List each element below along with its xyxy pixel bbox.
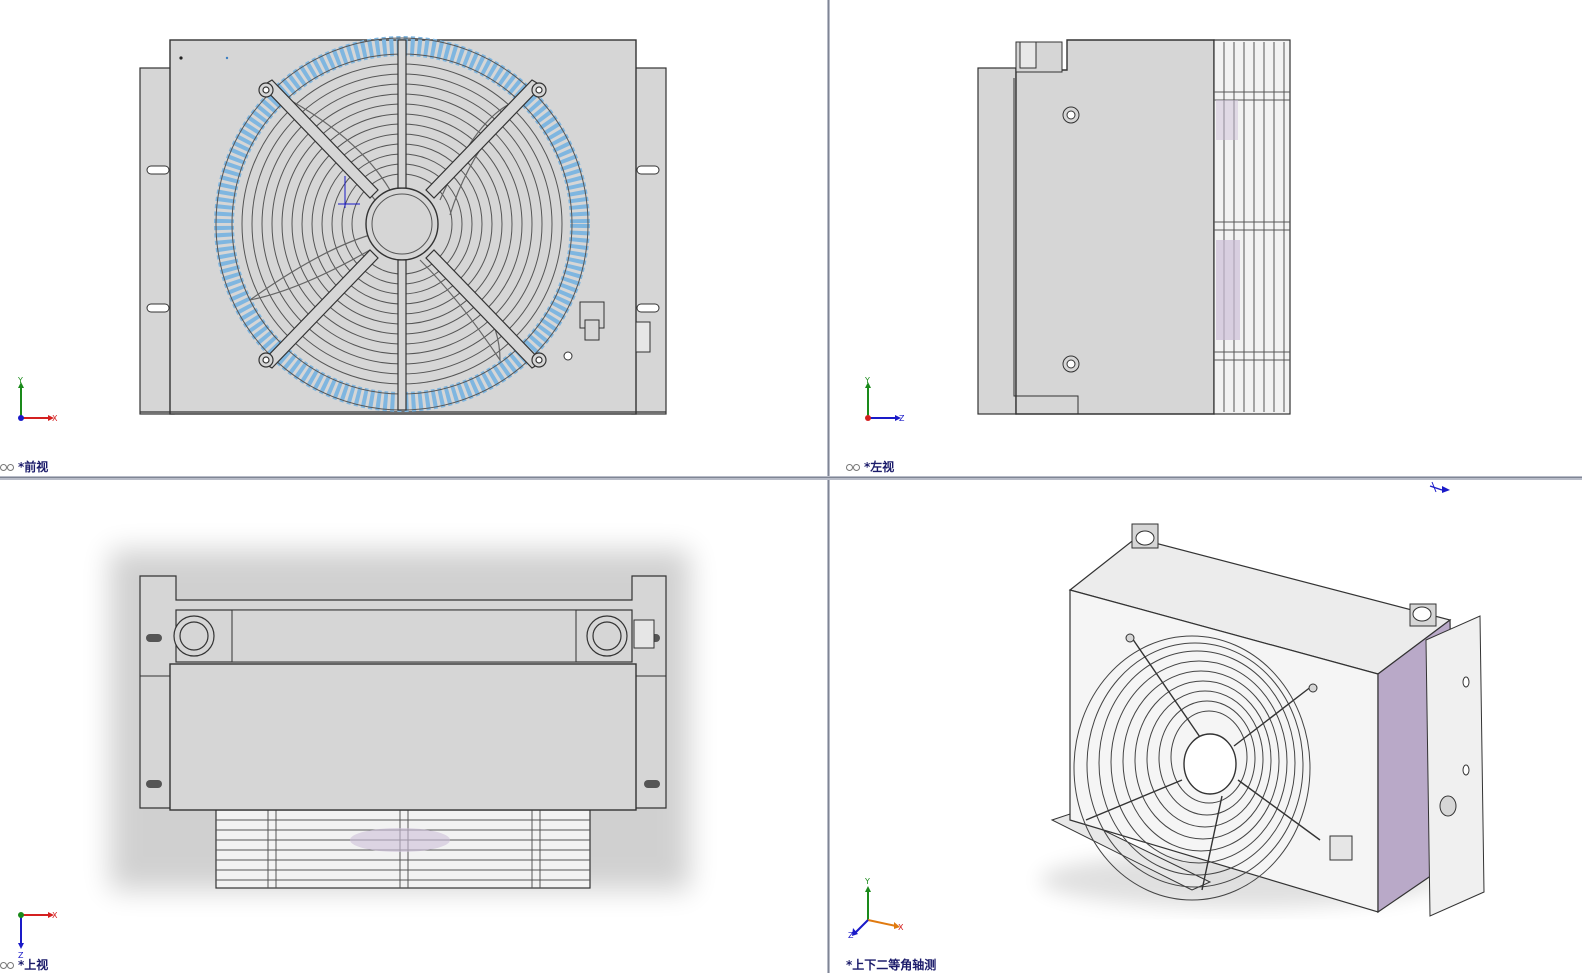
iso-view-drawing: Y X Z (848, 481, 1485, 940)
viewport-left-label[interactable]: *左视 (846, 458, 894, 475)
axis-x-label: X (52, 414, 58, 423)
axis-y-label: Y (864, 877, 870, 886)
coordinate-triad-icon: Y Z (864, 376, 905, 423)
view-name: *上视 (18, 958, 49, 972)
axis-z-label: Z (848, 931, 854, 940)
viewport-top[interactable]: X Z *上视 (0, 480, 827, 973)
glasses-icon (846, 463, 860, 471)
view-name: *前视 (18, 460, 49, 474)
viewport-front-label[interactable]: *前视 (0, 458, 48, 475)
axis-x-label: X (898, 923, 904, 932)
view-name: *左视 (864, 460, 895, 474)
viewport-iso-label[interactable]: *上下二等角轴测 (846, 956, 936, 973)
coordinate-triad-icon: Y X Z (848, 877, 904, 940)
axis-y-label: Y (17, 376, 23, 385)
viewport-splitter-horizontal[interactable] (0, 476, 1582, 480)
viewport-top-label[interactable]: *上视 (0, 956, 48, 973)
viewport-iso[interactable]: Y X Z *上下二等角轴测 (830, 480, 1582, 973)
top-view-drawing: X Z (18, 550, 690, 960)
front-view-drawing: Y X (17, 36, 667, 423)
viewport-front[interactable]: Y X *前视 (0, 0, 827, 476)
coordinate-triad-icon: X Z (18, 911, 58, 960)
viewport-left[interactable]: Y Z *左视 (830, 0, 1582, 476)
axis-y-label: Y (864, 376, 870, 385)
glasses-icon (0, 463, 14, 471)
view-name: *上下二等角轴测 (846, 958, 937, 972)
axis-x-label: X (52, 911, 58, 920)
view-orientation-icon (1429, 481, 1450, 493)
glasses-icon (0, 961, 14, 969)
axis-z-label: Z (899, 414, 905, 423)
viewport-splitter-vertical[interactable] (827, 0, 830, 973)
coordinate-triad-icon: Y X (17, 376, 58, 423)
left-view-drawing: Y Z (864, 39, 1291, 423)
